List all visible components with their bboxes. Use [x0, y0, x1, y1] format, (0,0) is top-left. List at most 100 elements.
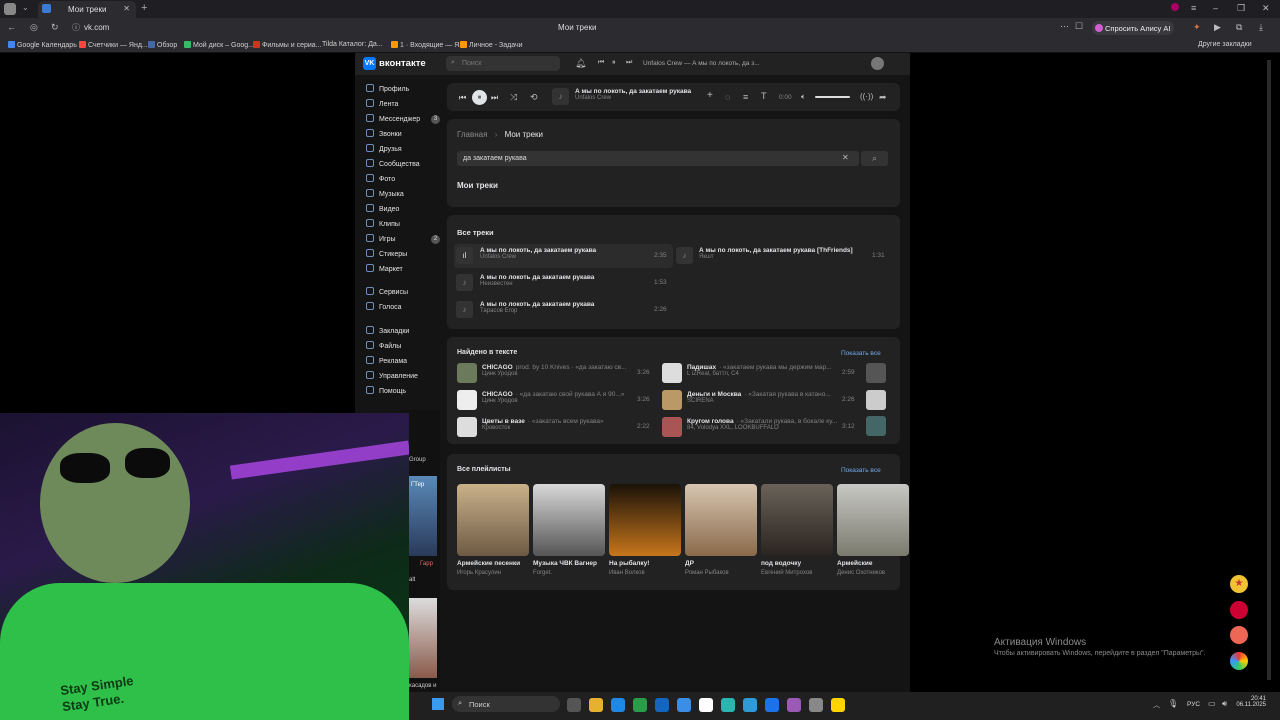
taskbar-app-icon[interactable] — [611, 698, 625, 712]
track-row[interactable]: Цветы в вазе · «закатать всем рукава» Кров… — [482, 418, 632, 431]
track-row[interactable]: Деньги и Москва · «Закатая рукава в катан… — [687, 391, 837, 404]
site-info-icon[interactable]: ⓘ — [72, 22, 80, 33]
recommend-icon[interactable]: ◌ — [725, 92, 730, 102]
sidebar-item[interactable]: Игры — [366, 234, 396, 243]
avatar[interactable] — [871, 57, 884, 70]
taskbar-app-icon[interactable] — [831, 698, 845, 712]
vk-logo-text[interactable]: вконтакте — [379, 58, 426, 69]
header-prev-icon[interactable]: ⏮ — [598, 59, 604, 67]
track-row[interactable]: А мы по локоть да закатаем рукава Тарасов… — [480, 301, 594, 314]
more-icon[interactable]: ⋯ — [1060, 21, 1069, 32]
maximize-icon[interactable]: ❐ — [1237, 3, 1245, 14]
track-artist[interactable]: Unfalos Crew — [480, 254, 596, 260]
profile-icon[interactable] — [1171, 3, 1179, 11]
track-cover[interactable] — [662, 417, 682, 437]
note-icon[interactable]: ♪ — [676, 247, 693, 264]
ask-alice-button[interactable]: Спросить Алису AI — [1092, 21, 1174, 35]
windows-start-icon[interactable] — [432, 698, 444, 710]
browser-logo-icon[interactable] — [4, 3, 16, 15]
playlist-cover[interactable] — [609, 484, 681, 556]
taskbar-app-icon[interactable] — [743, 698, 757, 712]
taskbar-app-icon[interactable] — [765, 698, 779, 712]
playlist-cover[interactable] — [685, 484, 757, 556]
taskbar-search[interactable]: ⌕ Поиск — [452, 696, 560, 712]
download-icon[interactable]: ⤓ — [1259, 22, 1263, 33]
next-icon[interactable]: ⏭ — [491, 93, 498, 103]
header-pause-icon[interactable]: ⏸ — [612, 59, 616, 67]
bookmark-item[interactable]: Обзор — [148, 41, 177, 49]
track-artist[interactable]: L iZReal, баттл, С4 — [687, 371, 837, 377]
clear-search-icon[interactable]: ✕ — [842, 153, 849, 162]
music-search-input[interactable]: да закатаем рукава — [457, 151, 859, 166]
taskbar-app-icon[interactable] — [567, 698, 581, 712]
track-artist[interactable]: SCIRENA — [687, 398, 837, 404]
network-icon[interactable]: ▭ — [1208, 699, 1216, 708]
app-icon[interactable] — [1230, 652, 1248, 670]
menu-icon[interactable]: ≡ — [1191, 3, 1196, 13]
taskbar-app-icon[interactable] — [809, 698, 823, 712]
sidebar-item[interactable]: Управление — [366, 371, 418, 380]
sidebar-item[interactable]: Видео — [366, 204, 399, 213]
track-artist[interactable]: Цинк Уродов — [482, 398, 632, 404]
extension-icon[interactable]: ✦ — [1193, 22, 1201, 33]
tab-my-tracks[interactable]: Мои треки ✕ — [38, 1, 136, 18]
playlist-author[interactable]: Денис Охотников — [837, 570, 885, 576]
sidebar-item[interactable]: Клипы — [366, 219, 400, 228]
star-icon[interactable]: ★ — [1230, 575, 1248, 593]
sidebar-item[interactable]: Реклама — [366, 356, 407, 365]
track-row[interactable]: CHICAGO · «да закатаю свой рукава А я 90.… — [482, 391, 632, 404]
playlist-title[interactable]: Армейские — [837, 560, 872, 567]
playing-bars-icon[interactable]: ıl — [456, 247, 473, 264]
playlists-show-all[interactable]: Показать все — [841, 467, 881, 474]
tab-close-icon[interactable]: ✕ — [123, 4, 130, 13]
pause-button[interactable]: ⏸ — [472, 90, 487, 105]
sidebar-item[interactable]: Помощь — [366, 386, 406, 395]
bookmark-item[interactable]: Мой диск – Goog... — [184, 41, 254, 49]
playlist-icon[interactable]: ≡ — [743, 92, 748, 102]
taskbar-app-icon[interactable] — [721, 698, 735, 712]
note-icon[interactable]: ♪ — [456, 274, 473, 291]
playlist-author[interactable]: Игорь Красулин — [457, 570, 501, 576]
playlist-author[interactable]: Forget. — [533, 570, 552, 576]
bookmark-item[interactable]: Фильмы и сериа... — [253, 41, 322, 49]
prev-icon[interactable]: ⏮ — [459, 93, 466, 103]
found-show-all[interactable]: Показать все — [841, 350, 881, 357]
playlist-title[interactable]: Музыка ЧВК Вагнер — [533, 560, 597, 567]
track-row[interactable]: А мы по локоть, да закатаем рукава [ThFr… — [699, 247, 853, 260]
track-cover[interactable] — [457, 390, 477, 410]
sidebar-item[interactable]: Голоса — [366, 302, 402, 311]
playlist-author[interactable]: Роман Рыбаков — [685, 570, 729, 576]
app-icon[interactable] — [1230, 601, 1248, 619]
taskbar-app-icon[interactable] — [699, 698, 713, 712]
other-bookmarks[interactable]: Другие закладки — [1198, 41, 1252, 48]
track-cover[interactable] — [457, 363, 477, 383]
shuffle-icon[interactable]: ⤨ — [510, 92, 517, 103]
track-cover[interactable] — [457, 417, 477, 437]
track-artist[interactable]: Неизвестен — [480, 281, 594, 287]
taskbar-app-icon[interactable] — [589, 698, 603, 712]
track-artist[interactable]: Кровосток — [482, 425, 632, 431]
sidebar-item[interactable]: Музыка — [366, 189, 404, 198]
sidebar-item[interactable]: Закладки — [366, 326, 409, 335]
clock[interactable]: 20:41 06.11.2025 — [1236, 696, 1266, 708]
volume-icon[interactable]: 🔈︎ — [801, 92, 806, 102]
url-field[interactable]: vk.com — [84, 23, 109, 32]
sidebar-item[interactable]: Профиль — [366, 84, 409, 93]
bookmark-item[interactable]: Tilda Каталог: Да... — [322, 41, 383, 48]
poster-image[interactable] — [409, 598, 437, 678]
track-artist[interactable]: 84, Volodya XXL, LOOKBUFFALO — [687, 425, 837, 431]
repeat-icon[interactable]: ⟲ — [530, 92, 538, 103]
playlist-author[interactable]: Евгений Митрохов — [761, 570, 812, 576]
taskbar-app-icon[interactable] — [677, 698, 691, 712]
add-icon[interactable]: + — [707, 90, 713, 101]
scrollbar[interactable] — [1267, 60, 1271, 680]
track-cover[interactable] — [662, 390, 682, 410]
bookmark-item[interactable]: 1 · Входящие — Я... — [391, 41, 465, 49]
track-artist[interactable]: Цинк Уродов — [482, 371, 632, 377]
playlist-title[interactable]: под водочку — [761, 560, 801, 567]
lyrics-icon[interactable]: T — [761, 91, 767, 101]
note-icon[interactable]: ♪ — [456, 301, 473, 318]
mic-icon[interactable]: 🎙︎ — [1168, 699, 1178, 708]
vk-logo-icon[interactable]: VK — [363, 57, 376, 70]
minimize-icon[interactable]: – — [1213, 3, 1218, 13]
